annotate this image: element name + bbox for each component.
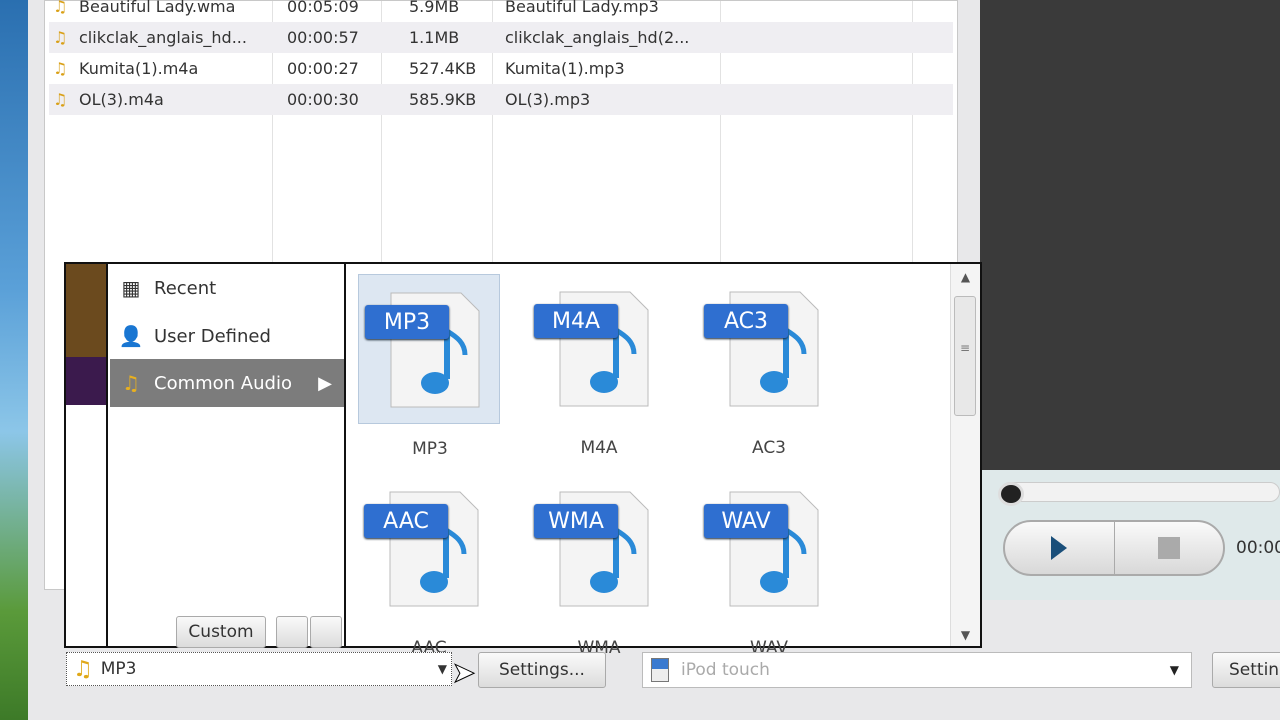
scroll-down-icon[interactable]: ▼ bbox=[951, 628, 980, 642]
file-size: 5.9MB bbox=[409, 0, 460, 16]
audio-file-icon: ♫ bbox=[53, 28, 68, 47]
audio-file-icon: ♫ bbox=[53, 90, 68, 109]
file-size: 1.1MB bbox=[409, 28, 460, 47]
format-badge: AC3 bbox=[704, 304, 788, 338]
format-label: AC3 bbox=[751, 438, 787, 458]
play-icon bbox=[1051, 536, 1068, 560]
table-row[interactable]: ♫ Beautiful Lady.wma 00:05:09 5.9MB Beau… bbox=[49, 0, 953, 22]
preview-panel bbox=[980, 0, 1280, 470]
arrow-right-icon: ▶ bbox=[318, 372, 332, 394]
custom-button[interactable]: Custom bbox=[176, 616, 266, 648]
file-duration: 00:00:57 bbox=[287, 28, 359, 47]
user-icon: 👤 bbox=[118, 324, 144, 348]
chevron-down-icon[interactable]: ▼ bbox=[438, 662, 447, 676]
music-note-icon: ♫ bbox=[122, 371, 140, 395]
category-recent[interactable]: ▦ Recent bbox=[110, 264, 344, 312]
small-button-1[interactable] bbox=[276, 616, 308, 648]
table-row[interactable]: ♫ Kumita(1).m4a 00:00:27 527.4KB Kumita(… bbox=[49, 53, 953, 84]
format-badge: MP3 bbox=[365, 305, 449, 339]
table-row[interactable]: ♫ OL(3).m4a 00:00:30 585.9KB OL(3).mp3 bbox=[49, 84, 953, 115]
time-display: 00:00 bbox=[1236, 538, 1280, 558]
format-label: M4A bbox=[580, 438, 618, 458]
category-user-defined[interactable]: 👤 User Defined bbox=[110, 312, 344, 360]
category-strip bbox=[66, 264, 108, 646]
file-name: clikclak_anglais_hd... bbox=[79, 28, 247, 47]
table-row[interactable]: ♫ clikclak_anglais_hd... 00:00:57 1.1MB … bbox=[49, 22, 953, 53]
seek-handle[interactable] bbox=[998, 482, 1024, 506]
profile-dropdown[interactable]: ♫ MP3 ▼ bbox=[66, 652, 452, 686]
format-label: MP3 bbox=[412, 439, 448, 459]
small-button-2[interactable] bbox=[310, 616, 342, 648]
device-dropdown[interactable]: iPod touch ▼ bbox=[642, 652, 1192, 688]
format-tile-m4a[interactable]: M4A M4A bbox=[528, 274, 670, 458]
format-badge: M4A bbox=[534, 304, 618, 338]
output-name: Beautiful Lady.mp3 bbox=[505, 0, 659, 16]
stop-icon bbox=[1157, 537, 1180, 559]
category-common-audio[interactable]: ♫ Common Audio ▶ bbox=[110, 359, 344, 407]
output-name: OL(3).mp3 bbox=[505, 90, 591, 109]
stop-button[interactable] bbox=[1115, 522, 1224, 574]
format-badge: WAV bbox=[704, 504, 788, 538]
output-name: Kumita(1).mp3 bbox=[505, 59, 625, 78]
file-name: OL(3).m4a bbox=[79, 90, 164, 109]
mouse-cursor: ➤ bbox=[451, 656, 476, 690]
file-duration: 00:05:09 bbox=[287, 0, 359, 16]
format-badge: AAC bbox=[364, 504, 448, 538]
format-badge: WMA bbox=[534, 504, 618, 538]
file-duration: 00:00:30 bbox=[287, 90, 359, 109]
format-tile-mp3[interactable]: MP3 MP3 bbox=[358, 274, 500, 459]
file-size: 585.9KB bbox=[409, 90, 477, 109]
file-size: 527.4KB bbox=[409, 59, 477, 78]
format-tile-wav[interactable]: WAV WAV bbox=[698, 474, 840, 658]
format-tile-wma[interactable]: WMA WMA bbox=[528, 474, 670, 658]
device-settings-button[interactable]: Settin bbox=[1212, 652, 1280, 688]
seek-slider[interactable] bbox=[1000, 482, 1280, 502]
playback-controls bbox=[1003, 520, 1225, 576]
file-name: Beautiful Lady.wma bbox=[79, 0, 236, 16]
music-note-icon: ♫ bbox=[73, 656, 93, 682]
settings-button[interactable]: Settings... bbox=[478, 652, 606, 688]
format-tile-ac3[interactable]: AC3 AC3 bbox=[698, 274, 840, 458]
play-button[interactable] bbox=[1005, 522, 1115, 574]
scrollbar[interactable]: ▲ ≡ ▼ bbox=[950, 264, 980, 646]
format-popup: ▦ Recent 👤 User Defined ♫ Common Audio ▶ Cus… bbox=[64, 262, 982, 658]
output-name: clikclak_anglais_hd(2... bbox=[505, 28, 690, 47]
audio-file-icon: ♫ bbox=[53, 0, 68, 16]
file-name: Kumita(1).m4a bbox=[79, 59, 199, 78]
scroll-thumb[interactable]: ≡ bbox=[954, 296, 976, 416]
audio-file-icon: ♫ bbox=[53, 59, 68, 78]
format-tile-aac[interactable]: AAC AAC bbox=[358, 474, 500, 658]
chevron-down-icon[interactable]: ▼ bbox=[1170, 663, 1179, 677]
format-grid: MP3 MP3 M4A M4A AC3 AC3 AAC AAC WMA WMA … bbox=[344, 264, 980, 658]
calendar-icon: ▦ bbox=[121, 276, 141, 300]
scroll-up-icon[interactable]: ▲ bbox=[951, 264, 980, 284]
file-duration: 00:00:27 bbox=[287, 59, 359, 78]
ipod-icon bbox=[651, 658, 669, 682]
